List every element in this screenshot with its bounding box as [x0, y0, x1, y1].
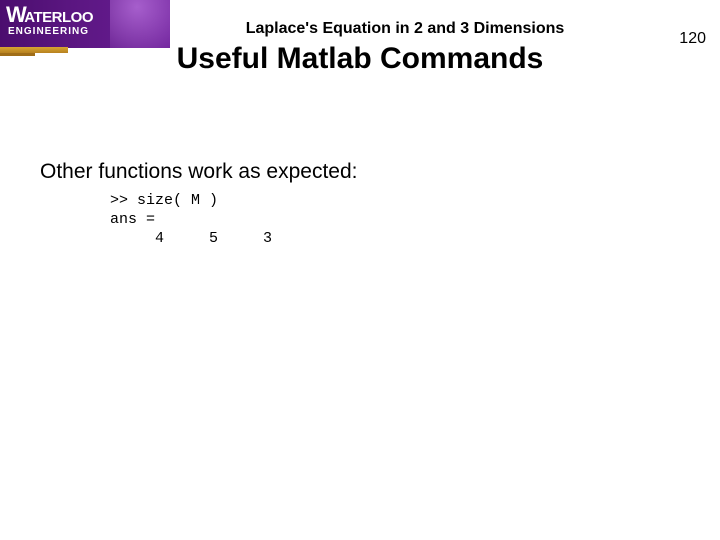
- slide-title: Useful Matlab Commands: [100, 42, 620, 76]
- course-title: Laplace's Equation in 2 and 3 Dimensions: [190, 20, 620, 38]
- brand-banner: W ATERLOO ENGINEERING: [0, 0, 170, 48]
- matlab-code-block: >> size( M ) ans = 4 5 3: [110, 192, 272, 248]
- logo-big-w: W: [6, 2, 25, 28]
- slide-container: W ATERLOO ENGINEERING Laplace's Equation…: [0, 0, 720, 540]
- gold-accent-bar-small: [0, 53, 35, 56]
- logo-top-row: W ATERLOO: [6, 2, 93, 28]
- page-number: 120: [679, 30, 706, 48]
- logo-subtext: ENGINEERING: [8, 26, 93, 37]
- waterloo-logo: W ATERLOO ENGINEERING: [6, 2, 93, 37]
- code-line-2: ans =: [110, 211, 155, 228]
- code-line-3: 4 5 3: [110, 230, 272, 247]
- body-lead-text: Other functions work as expected:: [40, 160, 358, 184]
- code-line-1: >> size( M ): [110, 192, 218, 209]
- logo-wordmark: ATERLOO: [24, 9, 93, 26]
